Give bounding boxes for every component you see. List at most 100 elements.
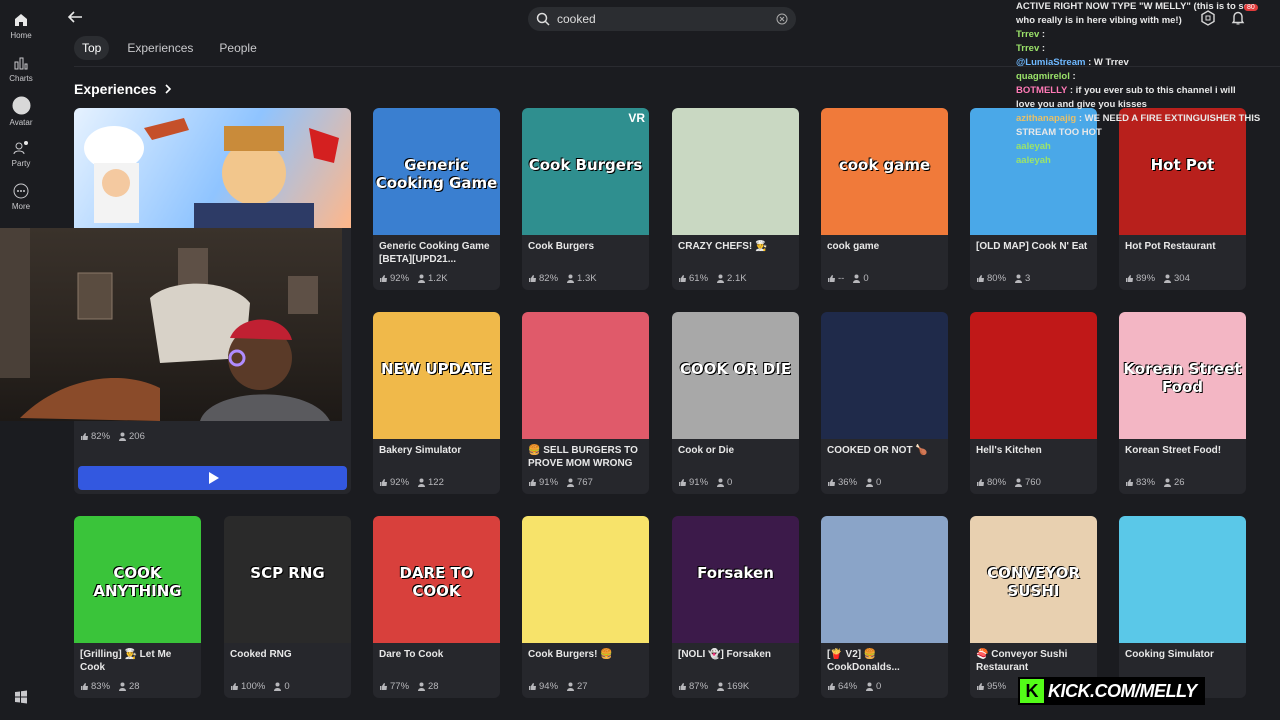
search-tabs: Top Experiences People bbox=[74, 36, 265, 60]
experience-name: COOKED OR NOT 🍗 bbox=[827, 445, 928, 456]
experience-card[interactable]: Cook Burgers VR Cook Burgers 82% 1.3K bbox=[522, 108, 649, 290]
chat-message: @LumiaStream : W Trrev bbox=[1016, 56, 1280, 70]
rating-value: 36% bbox=[838, 477, 858, 488]
experience-card[interactable]: Forsaken [NOLI 👻] Forsaken 87% 169K bbox=[672, 516, 799, 698]
experience-name: Cooked RNG bbox=[230, 649, 292, 660]
chevron-right-icon bbox=[165, 84, 172, 94]
experience-card[interactable]: COOKED OR NOT 🍗 36% 0 bbox=[821, 312, 948, 494]
thumbnail-text: COOK ANYTHING bbox=[93, 564, 182, 600]
experience-card[interactable]: [🍟 V2] 🍔 CookDonalds... 64% 0 bbox=[821, 516, 948, 698]
player-count: 1.3K bbox=[577, 273, 597, 284]
experience-card[interactable]: CRAZY CHEFS! 👨‍🍳 61% 2.1K bbox=[672, 108, 799, 290]
players-icon bbox=[717, 682, 725, 691]
robux-icon[interactable] bbox=[1200, 10, 1216, 26]
thumbs-up-icon bbox=[529, 275, 536, 282]
tab-people[interactable]: People bbox=[211, 36, 264, 60]
experience-info: Cook Burgers! 🍔 94% 27 bbox=[522, 643, 649, 698]
experience-name: 🍣 Conveyor Sushi Restaurant bbox=[976, 649, 1068, 673]
experience-name: 🍔 SELL BURGERS TO PROVE MOM WRONG bbox=[528, 445, 638, 469]
experience-info: [🍟 V2] 🍔 CookDonalds... 64% 0 bbox=[821, 643, 948, 698]
experience-card[interactable]: CONVEYOR SUSHI 🍣 Conveyor Sushi Restauran… bbox=[970, 516, 1097, 698]
webcam-feed bbox=[0, 228, 330, 421]
thumbs-up-icon bbox=[679, 683, 686, 690]
featured-rating: 82% bbox=[91, 431, 111, 442]
chat-username: aaleyah bbox=[1016, 141, 1051, 152]
thumbs-up-icon bbox=[977, 683, 984, 690]
windows-icon[interactable] bbox=[14, 690, 28, 704]
chat-text: : if you ever sub to this channel i will bbox=[1069, 85, 1236, 96]
thumbs-up-icon bbox=[679, 275, 686, 282]
thumbnail-text: SCP RNG bbox=[250, 564, 325, 582]
nav-avatar-label: Avatar bbox=[9, 118, 33, 127]
players-icon bbox=[418, 274, 426, 283]
thumbs-up-icon bbox=[828, 479, 835, 486]
experience-card[interactable]: NEW UPDATE Bakery Simulator 92% 122 bbox=[373, 312, 500, 494]
section-title[interactable]: Experiences bbox=[74, 81, 172, 97]
stream-chat-overlay: ACTIVE RIGHT NOW TYPE "W MELLY" (this is… bbox=[1016, 0, 1280, 200]
thumbs-up-icon bbox=[380, 275, 387, 282]
player-count: 0 bbox=[876, 477, 882, 488]
player-count: 28 bbox=[129, 681, 140, 692]
experience-card[interactable]: Generic Cooking Game Generic Cooking Game… bbox=[373, 108, 500, 290]
experience-name: Generic Cooking Game [BETA][UPD21... bbox=[379, 241, 490, 265]
vr-badge: VR bbox=[628, 111, 645, 125]
experience-card[interactable]: Korean Street Food Korean Street Food! 83%… bbox=[1119, 312, 1246, 494]
top-right-icons bbox=[1200, 10, 1246, 26]
featured-art bbox=[84, 118, 339, 233]
nav-party[interactable]: Party bbox=[0, 140, 42, 168]
experience-card[interactable]: 🍔 SELL BURGERS TO PROVE MOM WRONG 91% 767 bbox=[522, 312, 649, 494]
clear-search-icon[interactable] bbox=[776, 13, 788, 25]
experience-name: cook game bbox=[827, 241, 880, 252]
experience-card[interactable]: Cook Burgers! 🍔 94% 27 bbox=[522, 516, 649, 698]
rating-value: 61% bbox=[689, 273, 709, 284]
experience-thumbnail: Cook Burgers VR bbox=[522, 108, 649, 235]
experience-info: Bakery Simulator 92% 122 bbox=[373, 439, 500, 494]
tab-experiences[interactable]: Experiences bbox=[119, 36, 201, 60]
thumbs-up-icon bbox=[81, 433, 88, 440]
chat-username: Trrev bbox=[1016, 43, 1040, 54]
notification-bell-icon[interactable] bbox=[1230, 10, 1246, 26]
tab-top[interactable]: Top bbox=[74, 36, 110, 60]
experience-card[interactable]: Hell's Kitchen 80% 760 bbox=[970, 312, 1097, 494]
experience-card[interactable]: COOK OR DIE Cook or Die 91% 0 bbox=[672, 312, 799, 494]
nav-more[interactable]: More bbox=[0, 183, 42, 211]
search-input[interactable]: cooked bbox=[557, 12, 776, 26]
experience-card[interactable]: COOK ANYTHING [Grilling] 👨‍🍳 Let Me Cook 8… bbox=[74, 516, 201, 698]
thumbnail-text: Generic Cooking Game bbox=[375, 156, 498, 192]
chat-message: aaleyah bbox=[1016, 154, 1280, 168]
experience-thumbnail bbox=[821, 516, 948, 643]
thumbs-up-icon bbox=[231, 683, 238, 690]
experience-name: CRAZY CHEFS! 👨‍🍳 bbox=[678, 241, 768, 252]
rating-value: 92% bbox=[390, 477, 410, 488]
experience-name: Cook Burgers bbox=[528, 241, 595, 252]
experience-thumbnail: Generic Cooking Game bbox=[373, 108, 500, 235]
experience-name: [🍟 V2] 🍔 CookDonalds... bbox=[827, 649, 900, 673]
thumbs-up-icon bbox=[380, 683, 387, 690]
nav-avatar[interactable]: Avatar bbox=[0, 96, 42, 127]
experience-card[interactable]: DARE TO COOK Dare To Cook 77% 28 bbox=[373, 516, 500, 698]
experience-info: COOKED OR NOT 🍗 36% 0 bbox=[821, 439, 948, 494]
experience-card[interactable]: SCP RNG Cooked RNG 100% 0 bbox=[224, 516, 351, 698]
experience-info: Korean Street Food! 83% 26 bbox=[1119, 439, 1246, 494]
experience-card[interactable]: cook game cook game -- 0 bbox=[821, 108, 948, 290]
back-button[interactable] bbox=[66, 8, 88, 30]
experience-name: Korean Street Food! bbox=[1125, 445, 1222, 456]
chat-text: : bbox=[1041, 29, 1046, 40]
nav-home[interactable]: Home bbox=[0, 12, 42, 40]
experience-info: Hot Pot Restaurant 89% 304 bbox=[1119, 235, 1246, 290]
play-icon bbox=[208, 472, 219, 484]
experience-stats: 91% 767 bbox=[528, 477, 593, 488]
nav-home-label: Home bbox=[10, 31, 32, 40]
featured-stats: 82% 206 bbox=[80, 431, 145, 442]
nav-charts[interactable]: Charts bbox=[0, 55, 42, 83]
search-bar[interactable]: cooked bbox=[528, 7, 796, 31]
experience-name: Bakery Simulator bbox=[379, 445, 462, 456]
experience-info: [OLD MAP] Cook N' Eat 80% 3 bbox=[970, 235, 1097, 290]
avatar-icon bbox=[12, 96, 30, 115]
experience-card[interactable]: Cooking Simulator bbox=[1119, 516, 1246, 698]
thumbnail-text: COOK OR DIE bbox=[679, 360, 792, 378]
play-button[interactable] bbox=[78, 466, 347, 490]
experience-name: Cook or Die bbox=[678, 445, 735, 456]
experience-stats: 92% 122 bbox=[379, 477, 444, 488]
player-count: 27 bbox=[577, 681, 588, 692]
